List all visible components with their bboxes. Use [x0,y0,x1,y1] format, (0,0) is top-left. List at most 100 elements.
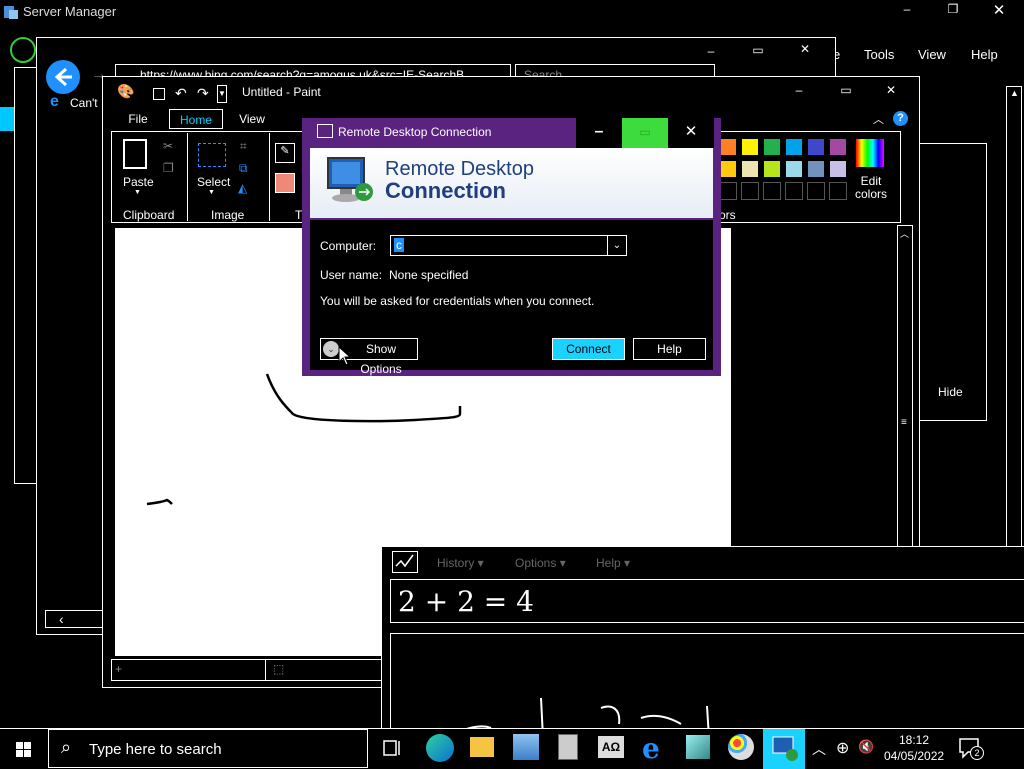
paste-icon[interactable] [123,139,147,169]
ie-minimize-button[interactable]: – [701,44,721,58]
paint-close-button[interactable]: ✕ [881,83,901,97]
crop-icon[interactable]: ⌗ [240,139,247,154]
rdc-banner-line2: Connection [385,178,506,203]
computer-input-value[interactable]: c [394,238,404,252]
eraser-icon[interactable] [275,173,295,193]
task-view-icon[interactable] [380,737,402,759]
image-group-label: Image [211,208,245,222]
menu-history[interactable]: History ▾ [437,556,484,570]
scroll-thumb-icon[interactable]: ≡ [901,417,907,428]
ie-scroll-left-icon[interactable]: ‹ [59,611,64,627]
left-accent [0,107,14,131]
connect-button[interactable]: Connect [552,338,625,360]
help-icon[interactable]: ? [893,111,908,126]
close-button[interactable]: ✕ [987,1,1011,19]
internet-explorer-icon[interactable]: e [642,732,660,765]
edit-colors-button[interactable]: Edit colors [853,175,889,201]
palette-color-turquoise[interactable] [785,138,803,156]
edge-icon[interactable] [426,734,454,762]
palette-color-indigo[interactable] [807,138,825,156]
rdc-window: Remote Desktop Connection – ▭ ✕ Remote D… [302,118,721,376]
palette-color-green[interactable] [763,138,781,156]
taskbar-search-box[interactable]: ⌕ Type here to search [48,729,368,768]
server-manager-icon [3,4,19,20]
palette-color-blue-gray[interactable] [807,160,825,178]
paint-maximize-button[interactable]: ▭ [836,83,856,97]
computer-combobox[interactable]: c ⌄ [390,235,627,256]
computer-dropdown-icon[interactable]: ⌄ [607,236,626,255]
character-map-icon[interactable]: AΩ [598,736,624,758]
calculator-icon[interactable] [558,734,578,760]
tab-view[interactable]: View [227,109,277,129]
show-hidden-icons-icon[interactable]: ︿ [812,739,826,759]
cut-icon[interactable]: ✂ [163,139,173,153]
palette-color-cream[interactable] [741,160,759,178]
network-icon[interactable]: ⊕ [836,738,849,758]
select-dropdown-icon[interactable]: ▼ [208,189,215,196]
show-options-button[interactable]: ⌄ Show Options [320,338,418,376]
menu-tools[interactable]: Tools [864,47,894,62]
taskbar-time[interactable]: 18:12 [886,733,942,747]
palette-color-purple[interactable] [829,138,847,156]
redo-icon[interactable]: ↷ [197,85,209,102]
undo-icon[interactable]: ↶ [175,85,187,102]
math-input-icon[interactable] [686,735,710,759]
menu-help[interactable]: Help [971,47,998,62]
rotate-icon[interactable]: ◭ [238,181,247,195]
palette-empty-6[interactable] [829,182,847,200]
palette-color-orange[interactable] [719,138,737,156]
copy-icon[interactable]: ❐ [163,161,174,175]
ie-tab[interactable]: e Can't [46,93,106,113]
palette-empty-4[interactable] [785,182,803,200]
volume-muted-icon[interactable]: 🔇 [858,739,874,755]
help-button[interactable]: Help [633,338,706,360]
file-explorer-icon[interactable] [470,737,494,757]
palette-color-light-turquoise[interactable] [785,160,803,178]
ie-maximize-button[interactable]: ▭ [748,43,768,57]
palette-color-lime[interactable] [763,160,781,178]
canvas-scrollbar[interactable] [897,225,913,547]
minimize-button[interactable]: – [895,2,919,16]
pencil-icon[interactable]: ✎ [275,143,295,163]
rdc-close-button[interactable]: ✕ [668,118,714,148]
palette-empty-3[interactable] [763,182,781,200]
paste-dropdown-icon[interactable]: ▼ [134,189,141,196]
resize-icon[interactable]: ⧉ [239,161,248,176]
palette-color-yellow[interactable] [741,138,759,156]
taskbar-date[interactable]: 04/05/2022 [884,749,944,763]
notification-center-icon[interactable]: 2 [958,737,984,760]
ie-close-button[interactable]: ✕ [795,42,815,56]
menu-view[interactable]: View [918,47,946,62]
palette-empty-5[interactable] [807,182,825,200]
server-manager-icon[interactable] [513,734,539,760]
ie-tab-icon: e [50,93,59,110]
select-icon[interactable] [198,143,226,167]
select-button[interactable]: Select [197,175,230,189]
menu-options[interactable]: Options ▾ [515,556,566,570]
palette-color-gold[interactable] [719,160,737,178]
quick-access-dropdown[interactable]: ▼ [217,85,227,103]
edit-colors-icon[interactable] [856,139,884,167]
palette-empty-1[interactable] [719,182,737,200]
paint-icon[interactable] [728,734,754,760]
selection-size-icon: ⬚ [273,662,285,676]
palette-color-lavender[interactable] [829,160,847,178]
ie-tab-title: Can't [70,96,98,110]
rdc-maximize-button[interactable]: ▭ [622,118,668,148]
menu-help[interactable]: Help ▾ [596,556,630,570]
start-button[interactable] [0,729,48,769]
ribbon-collapse-icon[interactable]: ︿ [873,111,884,127]
paste-button[interactable]: Paste [123,175,154,189]
remote-desktop-icon[interactable] [763,729,805,769]
hide-button[interactable]: Hide [938,385,963,399]
tab-file[interactable]: File [111,109,165,129]
scroll-up-icon[interactable]: ︿ [900,227,909,240]
save-icon[interactable] [153,88,165,100]
palette-empty-2[interactable] [741,182,759,200]
ie-back-button[interactable] [46,60,80,94]
maximize-button[interactable]: ❐ [941,2,965,16]
rdc-minimize-button[interactable]: – [576,118,622,148]
math-writing-area[interactable] [390,633,1024,738]
tab-home[interactable]: Home [169,109,223,129]
paint-minimize-button[interactable]: – [789,83,809,97]
